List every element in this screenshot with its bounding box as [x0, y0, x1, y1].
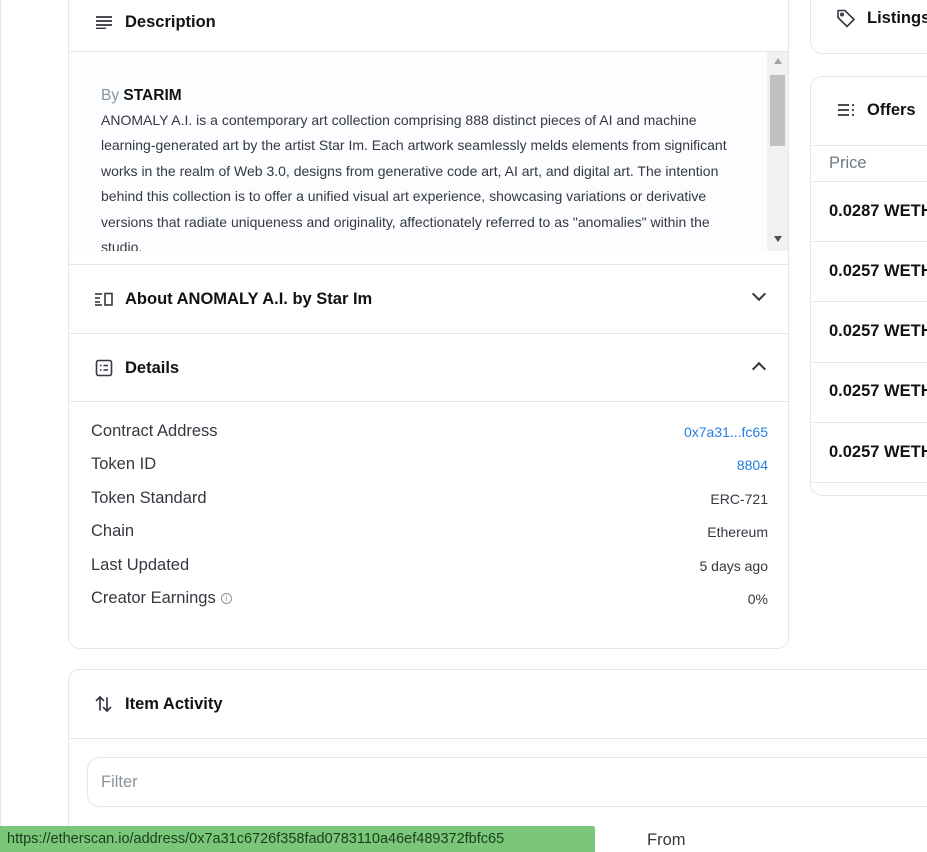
about-heading: About ANOMALY A.I. by Star Im — [125, 289, 373, 308]
details-list-icon — [93, 357, 115, 379]
item-activity-heading: Item Activity — [125, 694, 223, 713]
offer-price: 0.0257 WETH — [829, 382, 927, 400]
detail-row-token-id: Token ID 8804 — [91, 455, 768, 474]
window-left-border — [0, 0, 1, 852]
divider — [811, 362, 927, 363]
byline-prefix: By — [101, 87, 120, 104]
detail-label: Token Standard — [91, 489, 207, 507]
scroll-up-arrow-icon[interactable] — [774, 58, 782, 64]
scroll-down-arrow-icon[interactable] — [774, 236, 782, 242]
item-activity-card: Item Activity Filter — [68, 669, 927, 852]
description-lines-icon — [93, 11, 115, 33]
item-info-card: Description By STARIM ANOMALY A.I. is a … — [68, 0, 789, 649]
divider — [69, 401, 788, 402]
scroll-thumb[interactable] — [770, 75, 785, 146]
detail-label: Last Updated — [91, 556, 190, 574]
description-text: ANOMALY A.I. is a contemporary art colle… — [101, 112, 727, 251]
detail-value: 0% — [747, 590, 768, 607]
offer-price: 0.0257 WETH — [829, 262, 927, 280]
detail-value: ERC-721 — [710, 490, 768, 507]
detail-label: Creator Earnings i — [91, 589, 232, 608]
offer-price: 0.0257 WETH — [829, 322, 927, 340]
about-book-icon — [93, 288, 115, 310]
listings-card: Listings — [810, 0, 927, 54]
about-collection-accordion[interactable]: About ANOMALY A.I. by Star Im — [69, 265, 788, 333]
offer-price: 0.0287 WETH — [829, 202, 927, 220]
offer-price: 0.0257 WETH — [829, 443, 927, 461]
status-bar-url: https://etherscan.io/address/0x7a31c6726… — [0, 826, 595, 852]
offers-card: Offers Price 0.0287 WETH 0.0257 WETH 0.0… — [810, 76, 927, 496]
detail-label: Contract Address — [91, 422, 218, 440]
token-id-link[interactable]: 8804 — [737, 457, 768, 473]
chevron-up-icon — [751, 361, 767, 377]
description-scrollbar[interactable] — [767, 52, 788, 251]
description-byline: By STARIM — [101, 84, 741, 108]
detail-row-creator-earnings: Creator Earnings i 0% — [91, 589, 768, 608]
detail-row-chain: Chain Ethereum — [91, 522, 768, 541]
divider — [811, 181, 927, 182]
description-body: By STARIM ANOMALY A.I. is a contemporary… — [69, 52, 788, 251]
divider — [811, 241, 927, 242]
listings-header[interactable]: Listings — [835, 7, 927, 29]
detail-value: 5 days ago — [699, 557, 769, 574]
tag-icon — [835, 7, 857, 29]
divider — [69, 738, 927, 739]
details-heading: Details — [125, 358, 180, 377]
detail-label: Token ID — [91, 455, 157, 473]
price-column-header[interactable]: Price — [829, 154, 867, 173]
creator-link[interactable]: STARIM — [123, 87, 181, 104]
chevron-down-icon — [751, 286, 767, 302]
offers-list-icon — [835, 99, 857, 121]
creator-earnings-label: Creator Earnings — [91, 589, 216, 607]
offers-heading: Offers — [867, 100, 916, 119]
detail-row-last-updated: Last Updated 5 days ago — [91, 556, 768, 575]
details-accordion[interactable]: Details — [69, 334, 788, 402]
activity-arrows-icon — [93, 693, 115, 715]
item-activity-header[interactable]: Item Activity — [93, 693, 223, 715]
detail-value: Ethereum — [707, 523, 768, 540]
detail-row-contract-address: Contract Address 0x7a31...fc65 — [91, 422, 768, 441]
activity-filter-input[interactable]: Filter — [87, 757, 927, 807]
divider — [811, 422, 927, 423]
info-icon[interactable]: i — [220, 593, 232, 605]
offers-header[interactable]: Offers — [835, 99, 916, 121]
from-column-header: From — [647, 831, 686, 849]
divider — [811, 301, 927, 302]
description-heading: Description — [125, 12, 216, 31]
detail-row-token-standard: Token Standard ERC-721 — [91, 489, 768, 508]
description-header[interactable]: Description — [93, 5, 216, 39]
contract-address-link[interactable]: 0x7a31...fc65 — [684, 424, 768, 440]
description-content: By STARIM ANOMALY A.I. is a contemporary… — [101, 84, 741, 251]
detail-label: Chain — [91, 522, 135, 540]
divider — [811, 482, 927, 483]
listings-heading: Listings — [867, 8, 927, 27]
divider — [811, 145, 927, 146]
